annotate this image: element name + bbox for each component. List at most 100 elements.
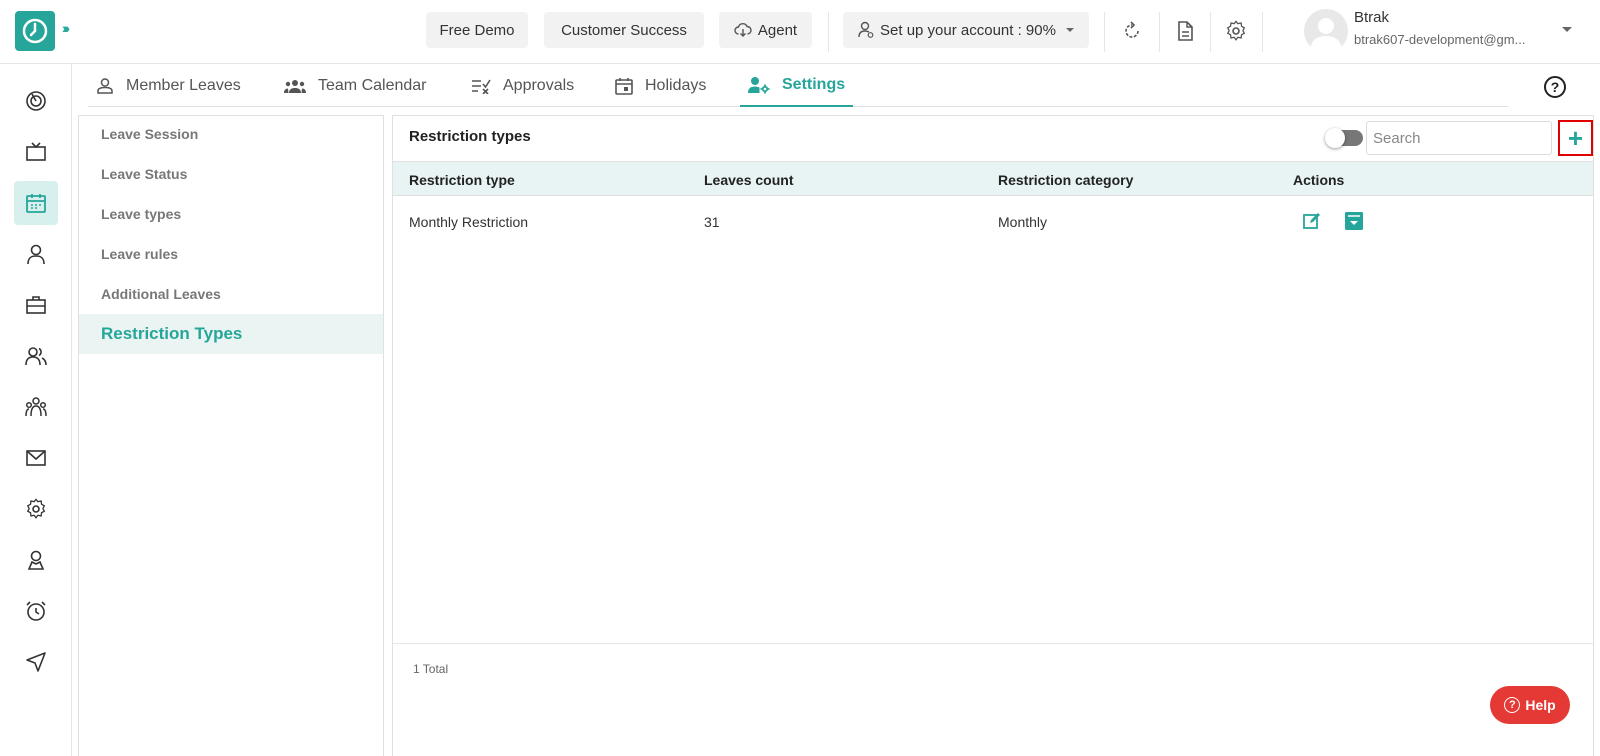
tab-team-calendar[interactable]: Team Calendar [276,64,435,107]
cell-leaves-count: 31 [704,214,720,230]
user-setup-icon [858,21,874,38]
sidebar-item-label: Additional Leaves [101,286,221,302]
gear-icon[interactable] [1223,18,1249,44]
refresh-icon[interactable] [1119,18,1145,44]
divider [828,12,829,52]
rail-timer[interactable] [14,589,58,633]
rail-settings[interactable] [14,487,58,531]
user-avatar-icon [1310,18,1342,53]
calendar-icon [26,194,46,213]
chevron-down-icon [1065,28,1074,32]
divider [1210,12,1211,52]
document-icon[interactable] [1172,18,1198,44]
sidebar-item-leave-types[interactable]: Leave types [79,194,383,234]
tab-label: Member Leaves [126,76,241,94]
sidebar-item-leave-status[interactable]: Leave Status [79,154,383,194]
tab-label: Team Calendar [318,76,427,94]
rail-users[interactable] [14,334,58,378]
agent-button[interactable]: Agent [719,12,812,48]
help-button[interactable]: ? Help [1490,686,1570,724]
free-demo-label: Free Demo [439,21,515,39]
rail-badge[interactable] [14,538,58,582]
tab-settings[interactable]: Settings [740,64,854,107]
group-icon [284,79,306,93]
app-logo[interactable] [15,11,55,51]
send-icon [26,652,46,672]
rail-tv[interactable] [14,130,58,174]
user-icon [27,244,45,265]
divider [1159,12,1160,52]
customer-success-button[interactable]: Customer Success [544,12,704,48]
help-label: Help [1525,697,1556,713]
help-question-icon[interactable]: ? [1544,76,1566,98]
rail-team[interactable] [14,385,58,429]
divider [1262,12,1263,52]
person-icon [97,77,113,94]
table-header: Restriction type Leaves count Restrictio… [393,161,1593,196]
column-header: Restriction category [998,171,1134,188]
tv-icon [26,142,46,161]
cell-restriction-type: Monthly Restriction [409,214,529,230]
team-icon [25,397,47,417]
rail-mail[interactable] [14,436,58,480]
sidebar-item-leave-rules[interactable]: Leave rules [79,234,383,274]
sidebar-item-label: Leave Session [101,126,199,142]
sidebar-item-leave-session[interactable]: Leave Session [79,114,383,154]
tab-approvals[interactable]: Approvals [463,64,582,107]
rail-send[interactable] [14,640,58,684]
calendar-event-icon [615,77,633,95]
user-email: btrak607-development@gm... [1354,32,1526,47]
agent-label: Agent [757,21,798,39]
tab-member-leaves[interactable]: Member Leaves [88,64,249,107]
column-header: Actions [1293,171,1345,188]
avatar[interactable] [1304,9,1348,53]
archive-icon[interactable] [1343,210,1365,232]
table-row: Monthly Restriction 31 Monthly [393,196,1593,248]
leave-tabs: Member Leaves Team Calendar Approvals Ho… [88,64,1508,107]
tab-label: Approvals [503,76,575,94]
top-bar: ››› Free Demo Customer Success Agent Set… [0,0,1600,64]
column-header: Leaves count [704,171,794,188]
user-settings-icon [748,76,770,93]
total-count: 1 Total [413,662,449,676]
user-menu-chevron-icon[interactable] [1562,27,1572,32]
add-restriction-button[interactable]: + [1558,120,1593,156]
search-input[interactable] [1366,121,1552,155]
divider [1104,12,1105,52]
checklist-icon [472,79,491,94]
rail-assets[interactable] [14,283,58,327]
tab-label: Settings [782,75,846,93]
settings-gear-icon [26,498,46,519]
rail-dashboard[interactable] [14,79,58,123]
cloud-download-icon [734,23,752,37]
tab-label: Holidays [645,76,707,94]
archive-toggle[interactable] [1325,128,1363,148]
clock-logo-icon [22,18,48,44]
card-footer-divider [393,643,1593,644]
alarm-clock-icon [26,601,46,621]
sidebar-item-label: Leave Status [101,166,188,182]
customer-success-label: Customer Success [561,21,687,39]
free-demo-button[interactable]: Free Demo [426,12,528,48]
plus-icon: + [1567,122,1584,153]
sidebar-item-additional-leaves[interactable]: Additional Leaves [79,274,383,314]
expand-menu-icon[interactable]: ››› [62,20,70,36]
user-badge-icon [27,550,45,570]
tab-holidays[interactable]: Holidays [607,64,714,107]
setup-account-button[interactable]: Set up your account : 90% [843,12,1089,48]
setup-account-label: Set up your account : 90% [880,21,1056,39]
rail-leaves[interactable] [14,181,58,225]
rail-profile[interactable] [14,232,58,276]
help-circle-icon: ? [1504,697,1521,713]
cell-restriction-category: Monthly [998,214,1048,230]
column-header: Restriction type [409,171,515,188]
sidebar-item-label: Restriction Types [101,324,243,343]
settings-sidebar: Leave Session Leave Status Leave types L… [78,115,384,756]
mail-icon [26,450,46,466]
restriction-types-card: Restriction types + Restriction type Lea… [392,115,1594,756]
sidebar-item-restriction-types[interactable]: Restriction Types [79,314,383,354]
briefcase-icon [26,296,46,314]
page-title: Restriction types [409,128,531,145]
edit-icon[interactable] [1301,210,1323,232]
left-rail [0,64,72,756]
